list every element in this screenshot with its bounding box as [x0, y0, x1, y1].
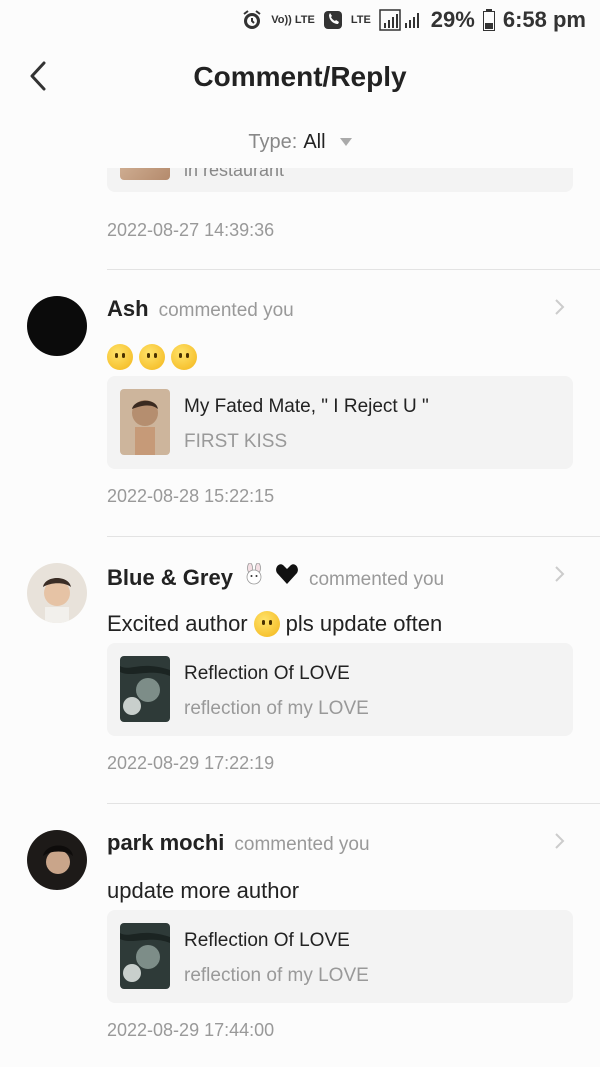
comment-date: 2022-08-29 17:22:19 — [107, 753, 275, 773]
story-card[interactable]: Reflection Of LOVE reflection of my LOVE — [107, 643, 573, 736]
type-filter-dropdown[interactable]: Type: All — [0, 114, 600, 170]
username[interactable]: Blue & Grey — [107, 565, 233, 591]
story-cover — [120, 656, 170, 722]
comment-text: update more author — [107, 878, 300, 903]
avatar[interactable] — [27, 563, 87, 623]
smiling-emoji-icon — [253, 611, 280, 637]
story-cover — [120, 389, 170, 455]
lte-indicator: LTE — [350, 14, 371, 26]
emoji-icon — [139, 344, 165, 370]
story-subtitle: reflection of my LOVE — [184, 698, 369, 719]
comment-text-part: pls update often — [285, 611, 443, 636]
back-button[interactable] — [22, 58, 54, 94]
story-subtitle: reflection of my LOVE — [184, 965, 369, 986]
emoji-icon — [171, 344, 197, 370]
volte-indicator: Vo)) LTE — [271, 14, 315, 26]
list-item[interactable]: park mochi commented you update more aut… — [0, 804, 600, 1067]
page-title: Comment/Reply — [193, 61, 407, 92]
story-subtitle: FIRST KISS — [184, 431, 288, 452]
story-title: Reflection Of LOVE — [184, 930, 350, 951]
bunny-icon — [243, 562, 265, 585]
comment-date: 2022-08-27 14:39:36 — [107, 220, 275, 240]
avatar[interactable] — [27, 830, 87, 890]
chevron-right-icon[interactable] — [554, 298, 566, 316]
black-heart-icon — [275, 563, 299, 585]
username[interactable]: park mochi — [107, 830, 224, 856]
caret-down-icon — [339, 138, 352, 146]
story-cover — [120, 923, 170, 989]
chevron-right-icon[interactable] — [554, 565, 566, 583]
action-text: commented you — [234, 834, 370, 855]
battery-percent: 29% — [430, 7, 475, 32]
type-filter-label: Type: — [248, 130, 298, 153]
chevron-left-icon — [30, 61, 46, 91]
story-title: Reflection Of LOVE — [184, 663, 350, 684]
story-card-partial[interactable]: in restaurant — [107, 168, 573, 192]
alarm-icon — [241, 9, 263, 31]
action-text: commented you — [158, 300, 294, 321]
story-subtitle: in restaurant — [184, 168, 285, 180]
comment-date: 2022-08-28 15:22:15 — [107, 486, 275, 506]
story-card[interactable]: Reflection Of LOVE reflection of my LOVE — [107, 910, 573, 1003]
comment-text — [107, 344, 197, 370]
list-item[interactable]: Blue & Grey commented you Excited author… — [0, 537, 600, 804]
signal-icon — [379, 9, 423, 31]
story-title: My Fated Mate, " I Reject U " — [184, 396, 429, 417]
comment-text-part: Excited author — [107, 611, 248, 636]
comment-text: Excited author pls update often — [107, 611, 442, 637]
action-text: commented you — [308, 569, 445, 590]
status-bar: Vo)) LTE LTE 29% 6:58 pm — [0, 0, 600, 40]
header: Comment/Reply — [0, 40, 600, 114]
chevron-right-icon[interactable] — [554, 832, 566, 850]
type-filter-value: All — [303, 130, 326, 153]
story-card[interactable]: My Fated Mate, " I Reject U " FIRST KISS — [107, 376, 573, 469]
story-cover — [120, 168, 170, 180]
comment-date: 2022-08-29 17:44:00 — [107, 1020, 275, 1040]
username[interactable]: Ash — [107, 296, 149, 322]
avatar[interactable] — [27, 296, 87, 356]
clock: 6:58 pm — [502, 7, 586, 32]
call-icon — [323, 10, 343, 30]
comment-list[interactable]: in restaurant 2022-08-27 14:39:36 Ash co… — [0, 168, 600, 1067]
battery-icon — [482, 9, 495, 31]
list-item[interactable]: Ash commented you My Fated Mate, " I Rej… — [0, 270, 600, 537]
emoji-icon — [107, 344, 133, 370]
